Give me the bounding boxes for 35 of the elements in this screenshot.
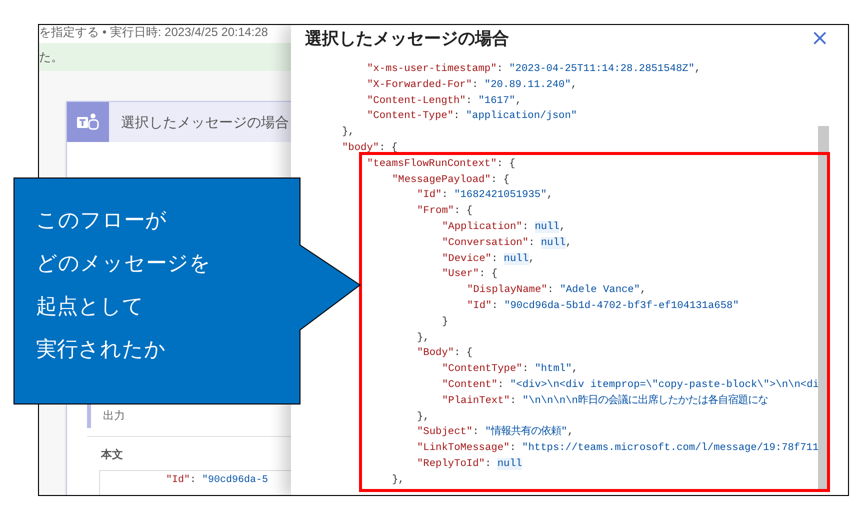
app-icon: [76, 112, 100, 132]
callout-text: このフローが: [36, 208, 167, 234]
body-label: 本文: [101, 448, 123, 463]
code-line: "body": {: [342, 140, 398, 156]
callout-text: 起点として: [36, 294, 144, 320]
code-line: "From": {: [417, 204, 473, 220]
card-title: 選択したメッセージの場合: [121, 112, 289, 132]
callout-text: 実行されたか: [36, 337, 166, 363]
code-line: "Content": "<div>\n<div itemprop=\"copy-paste-block\">\n\n<di: [442, 378, 819, 393]
callout-text: どのメッセージを: [36, 251, 211, 277]
code-line: "Content-Length": "1617",: [367, 94, 522, 109]
code-line: "User": {: [442, 267, 498, 282]
code-line: "MessagePayload": {: [392, 172, 510, 188]
output-label: 出力: [103, 408, 125, 424]
code-line: "Conversation": null,: [442, 236, 572, 251]
code-line: "Application": null,: [442, 220, 566, 235]
code-line: "Id": "1682421051935",: [417, 188, 553, 204]
code-line: "Id": "90cd96da-5b1d-4702-bf3f-ef104131a658": [467, 298, 739, 314]
code-line: "LinkToMessage": "https://teams.microsoft.com/l/message/19:78f711: [417, 441, 819, 456]
code-line: },: [417, 330, 430, 346]
code-line: "ContentType": "html",: [442, 362, 578, 378]
code-line: }: [442, 314, 448, 330]
code-line: "Device": null,: [442, 252, 535, 267]
code-line: "teamsFlowRunContext": {: [367, 156, 516, 172]
code-line: "X-Forwarded-For": "20.89.11.240",: [367, 78, 578, 93]
code-line: "PlainText": "\n\n\n\n昨日の会議に出席したかたは各自宿題にな: [442, 394, 768, 409]
code-line: },: [342, 125, 354, 140]
code-line: "DisplayName": "Adele Vance",: [467, 283, 646, 298]
code-line: "Body": {: [417, 346, 473, 362]
code-line: "Id": "90cd96da-5: [166, 474, 268, 488]
code-line: "ReplyToId": null: [417, 456, 522, 472]
code-line: "Content-Type": "application/json": [367, 109, 578, 124]
code-line: },: [392, 472, 404, 488]
code-line: },: [417, 410, 430, 425]
code-line: "Subject": "情報共有の依頼",: [417, 425, 574, 440]
